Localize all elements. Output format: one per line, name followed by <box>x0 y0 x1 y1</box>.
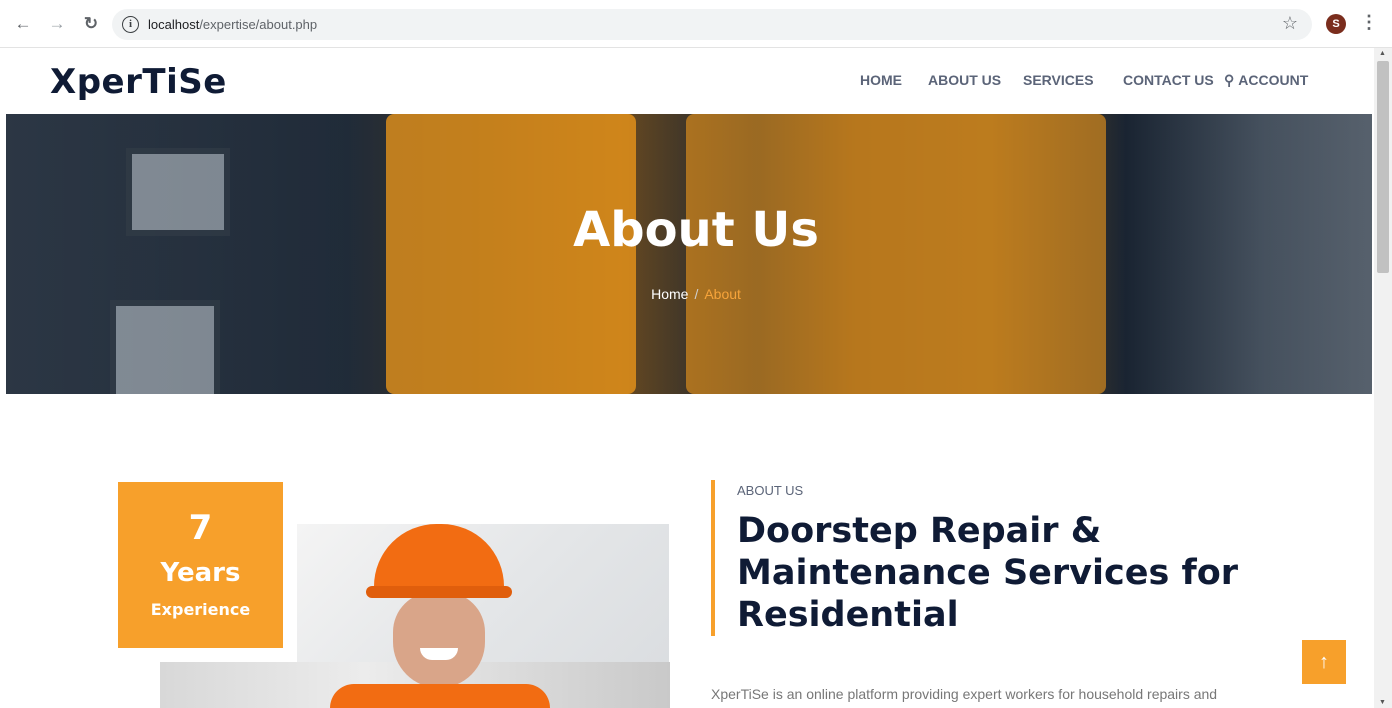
scrollbar-thumb[interactable] <box>1377 61 1389 273</box>
bookmark-star-icon[interactable]: ☆ <box>1282 13 1298 34</box>
address-bar[interactable]: i localhost/expertise/about.php ☆ <box>112 9 1312 40</box>
breadcrumb-home[interactable]: Home <box>651 286 688 302</box>
browser-menu-icon[interactable]: ⋮ <box>1360 12 1378 33</box>
worker-shirt <box>330 684 550 708</box>
nav-about[interactable]: ABOUT US <box>928 72 1001 88</box>
url-path: /expertise/about.php <box>199 17 318 32</box>
back-to-top-button[interactable]: ↑ <box>1302 640 1346 684</box>
nav-account-label: ACCOUNT <box>1238 72 1309 88</box>
breadcrumb-separator: / <box>694 286 699 302</box>
browser-toolbar: ← → ↻ i localhost/expertise/about.php ☆ … <box>0 0 1392 48</box>
nav-home[interactable]: HOME <box>860 72 902 88</box>
section-description: XperTiSe is an online platform providing… <box>711 686 1218 702</box>
url-host: localhost <box>148 17 200 32</box>
scroll-down-icon[interactable]: ▼ <box>1379 699 1386 706</box>
profile-avatar[interactable]: S <box>1326 14 1346 34</box>
breadcrumb-current: About <box>704 286 741 302</box>
site-header: XperTiSe HOME ABOUT US SERVICES CONTACT … <box>0 48 1374 114</box>
experience-label: Experience <box>150 600 251 619</box>
user-icon: ⚲ <box>1224 72 1235 88</box>
forward-arrow-icon[interactable]: → <box>46 13 68 35</box>
page-scrollbar[interactable]: ▲ ▼ <box>1374 48 1392 708</box>
info-icon[interactable]: i <box>122 16 139 33</box>
experience-number: 7 <box>188 508 213 548</box>
accent-divider <box>711 480 715 636</box>
background-window <box>110 300 220 394</box>
site-logo[interactable]: XperTiSe <box>50 62 227 102</box>
reload-icon[interactable]: ↻ <box>80 13 102 35</box>
back-arrow-icon[interactable]: ← <box>12 13 34 35</box>
nav-account[interactable]: ⚲ ACCOUNT <box>1224 72 1308 89</box>
worker-face <box>393 592 485 688</box>
hero-banner: About Us Home / About <box>6 114 1372 394</box>
experience-badge: 7 Years Experience <box>118 482 283 648</box>
nav-services[interactable]: SERVICES <box>1023 72 1094 88</box>
worker-smile <box>420 648 458 660</box>
section-eyebrow: ABOUT US <box>737 483 804 498</box>
url-text[interactable]: localhost/expertise/about.php <box>148 17 317 32</box>
hard-hat-brim <box>366 586 512 598</box>
arrow-up-icon: ↑ <box>1319 651 1329 673</box>
section-title: Doorstep Repair & Maintenance Services f… <box>737 511 1239 635</box>
breadcrumb: Home / About <box>6 286 1372 302</box>
experience-years: Years <box>160 558 241 588</box>
nav-contact[interactable]: CONTACT US <box>1123 72 1214 88</box>
hero-title: About Us <box>573 202 819 258</box>
scroll-up-icon[interactable]: ▲ <box>1379 50 1386 57</box>
